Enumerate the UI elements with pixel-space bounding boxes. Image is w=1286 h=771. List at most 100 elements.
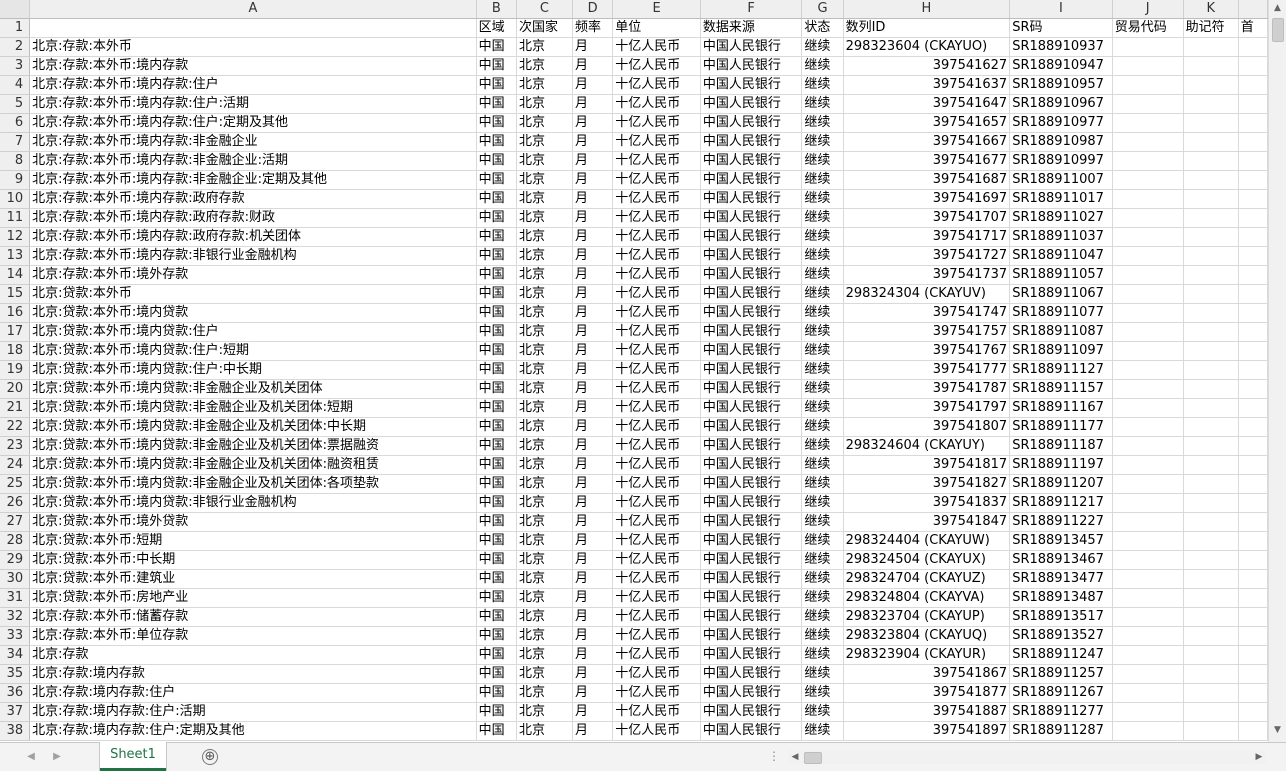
row-header[interactable]: 2	[0, 37, 31, 57]
cell-series-name[interactable]: 北京:存款:境内存款:住户:活期	[29, 702, 477, 722]
cell-series-id[interactable]: 397541647	[843, 94, 1011, 114]
cell-extra[interactable]	[1238, 417, 1268, 437]
cell-trade-code[interactable]	[1112, 227, 1184, 247]
cell-status[interactable]: 继续	[801, 398, 844, 418]
row-header[interactable]: 10	[0, 189, 31, 209]
cell-frequency[interactable]: 月	[572, 702, 614, 722]
add-sheet-icon[interactable]: ⊕	[202, 749, 218, 765]
cell-source[interactable]: 中国人民银行	[700, 626, 803, 646]
cell-frequency[interactable]: 月	[572, 265, 614, 285]
cell-status[interactable]: 继续	[801, 664, 844, 684]
cell-region[interactable]: 中国	[476, 417, 517, 437]
cell-extra[interactable]	[1238, 208, 1268, 228]
cell-series-name[interactable]: 北京:存款:本外币:境内存款:非银行业金融机构	[29, 246, 477, 266]
cell-series-name[interactable]: 北京:存款:本外币:境内存款:非金融企业:活期	[29, 151, 477, 171]
cell-extra[interactable]	[1238, 607, 1268, 627]
scroll-up-arrow-icon[interactable]: ▲	[1269, 0, 1286, 16]
column-header-a[interactable]: A	[29, 0, 477, 19]
cell-source[interactable]: 中国人民银行	[700, 303, 803, 323]
cell-source[interactable]: 中国人民银行	[700, 664, 803, 684]
cell-unit[interactable]: 十亿人民币	[612, 550, 701, 570]
cell-region[interactable]: 中国	[476, 189, 517, 209]
cell-extra[interactable]	[1238, 113, 1268, 133]
cell-mnemonic[interactable]	[1183, 113, 1239, 133]
cell-extra[interactable]	[1238, 436, 1268, 456]
cell-sr-code[interactable]: SR188911257	[1009, 664, 1113, 684]
cell-frequency[interactable]: 月	[572, 341, 614, 361]
cell-subcountry[interactable]: 北京	[516, 246, 573, 266]
cell-sr-code[interactable]: SR188911017	[1009, 189, 1113, 209]
cell-source[interactable]: 中国人民银行	[700, 284, 803, 304]
cell-mnemonic[interactable]	[1183, 37, 1239, 57]
cell-series-id[interactable]: 397541717	[843, 227, 1011, 247]
cell-region[interactable]: 中国	[476, 360, 517, 380]
cell-unit[interactable]: 十亿人民币	[612, 284, 701, 304]
cell-trade-code[interactable]	[1112, 607, 1184, 627]
row-header[interactable]: 11	[0, 208, 31, 228]
cell-unit[interactable]: 十亿人民币	[612, 626, 701, 646]
cell-mnemonic[interactable]	[1183, 588, 1239, 608]
cell-status[interactable]: 继续	[801, 246, 844, 266]
cell-region[interactable]: 中国	[476, 132, 517, 152]
cell-status[interactable]: 继续	[801, 683, 844, 703]
cell-source[interactable]: 中国人民银行	[700, 702, 803, 722]
cell-series-id[interactable]: 397541727	[843, 246, 1011, 266]
cell-trade-code[interactable]	[1112, 417, 1184, 437]
cell-unit[interactable]: 十亿人民币	[612, 189, 701, 209]
cell-trade-code[interactable]	[1112, 170, 1184, 190]
cell-frequency[interactable]: 月	[572, 303, 614, 323]
cell-frequency[interactable]: 月	[572, 607, 614, 627]
cell-mnemonic[interactable]	[1183, 379, 1239, 399]
cell-frequency[interactable]: 月	[572, 474, 614, 494]
cell-mnemonic[interactable]	[1183, 398, 1239, 418]
cell-region[interactable]: 中国	[476, 94, 517, 114]
cell-source[interactable]: 中国人民银行	[700, 37, 803, 57]
cell-extra[interactable]	[1238, 721, 1268, 741]
row-header[interactable]: 31	[0, 588, 31, 608]
cell-series-name[interactable]: 北京:存款:境内存款	[29, 664, 477, 684]
cell-source[interactable]: 中国人民银行	[700, 322, 803, 342]
cell-mnemonic[interactable]	[1183, 607, 1239, 627]
cell-subcountry[interactable]: 北京	[516, 455, 573, 475]
cell-unit[interactable]: 十亿人民币	[612, 531, 701, 551]
cell-series-name[interactable]: 北京:贷款:本外币:短期	[29, 531, 477, 551]
cell-series-name[interactable]: 北京:存款:境内存款:住户	[29, 683, 477, 703]
cell-extra[interactable]	[1238, 531, 1268, 551]
cell-trade-code[interactable]	[1112, 569, 1184, 589]
cell-sr-code[interactable]: SR188911027	[1009, 208, 1113, 228]
cell-mnemonic[interactable]	[1183, 341, 1239, 361]
cell-trade-code[interactable]	[1112, 132, 1184, 152]
column-header-g[interactable]: G	[801, 0, 844, 19]
cell-sr-code[interactable]: SR188911057	[1009, 265, 1113, 285]
cell-series-name[interactable]: 北京:存款:本外币:单位存款	[29, 626, 477, 646]
cell-source[interactable]: 中国人民银行	[700, 398, 803, 418]
row-header[interactable]: 15	[0, 284, 31, 304]
cell-series-id[interactable]: 397541697	[843, 189, 1011, 209]
cell-sr-code[interactable]: SR188911287	[1009, 721, 1113, 741]
cell-frequency[interactable]: 月	[572, 626, 614, 646]
cell-series-name[interactable]: 北京:存款:本外币:境内存款:政府存款:财政	[29, 208, 477, 228]
cell-frequency[interactable]: 月	[572, 455, 614, 475]
prev-sheet-arrow-icon[interactable]: ◀	[24, 750, 38, 764]
cell-frequency[interactable]: 月	[572, 683, 614, 703]
cell-series-name[interactable]: 北京:贷款:本外币:境内贷款	[29, 303, 477, 323]
cell-series-name[interactable]: 北京:贷款:本外币:境内贷款:住户:短期	[29, 341, 477, 361]
cell-sr-code[interactable]: SR188911067	[1009, 284, 1113, 304]
cell-sr-code[interactable]: SR188911187	[1009, 436, 1113, 456]
cell-subcountry[interactable]: 北京	[516, 607, 573, 627]
cell-region[interactable]: 中国	[476, 303, 517, 323]
cell-trade-code[interactable]	[1112, 588, 1184, 608]
spreadsheet-grid[interactable]: ABCDEFGHIJK 1 区域 次国家 频率 单位 数据来源 状态 数列ID SR码 贸易代码助…	[0, 0, 1268, 742]
cell-status[interactable]: 继续	[801, 626, 844, 646]
cell-sr-code[interactable]: SR188913477	[1009, 569, 1113, 589]
cell-unit[interactable]: 十亿人民币	[612, 702, 701, 722]
cell-sr-code[interactable]: SR188911097	[1009, 341, 1113, 361]
cell-region[interactable]: 中国	[476, 341, 517, 361]
cell-mnemonic[interactable]	[1183, 512, 1239, 532]
cell-frequency[interactable]: 月	[572, 56, 614, 76]
row-header[interactable]: 7	[0, 132, 31, 152]
cell-subcountry[interactable]: 北京	[516, 702, 573, 722]
cell-status[interactable]: 继续	[801, 75, 844, 95]
cell-mnemonic[interactable]	[1183, 56, 1239, 76]
row-header[interactable]: 8	[0, 151, 31, 171]
